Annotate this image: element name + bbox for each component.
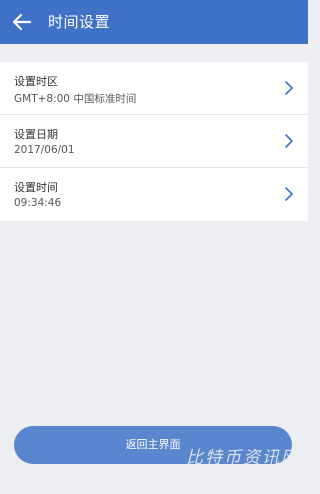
app-header: 时间设置 (0, 0, 308, 44)
watermark: 比特币资讯网 www.bitcoin86.com (186, 448, 300, 482)
page-title: 时间设置 (48, 13, 111, 31)
setting-value: GMT+8:00 中国标准时间 (14, 93, 137, 105)
arrow-left-icon (12, 13, 32, 31)
watermark-url: www.bitcoin86.com (211, 470, 300, 480)
setting-label: 设置时区 (14, 75, 58, 88)
setting-value: 09:34:46 (14, 197, 62, 209)
chevron-right-icon (284, 187, 294, 201)
setting-label: 设置日期 (14, 128, 58, 141)
chevron-right-icon (284, 81, 294, 95)
watermark-text: 比特币资讯网 (186, 448, 300, 468)
setting-value: 2017/06/01 (14, 144, 75, 156)
setting-time[interactable]: 设置时间 09:34:46 (0, 168, 308, 221)
setting-date[interactable]: 设置日期 2017/06/01 (0, 115, 308, 168)
back-button[interactable] (10, 10, 34, 34)
setting-timezone[interactable]: 设置时区 GMT+8:00 中国标准时间 (0, 62, 308, 115)
chevron-right-icon (284, 134, 294, 148)
setting-label: 设置时间 (14, 181, 58, 194)
settings-list: 设置时区 GMT+8:00 中国标准时间 设置日期 2017/06/01 设置时… (0, 62, 308, 221)
